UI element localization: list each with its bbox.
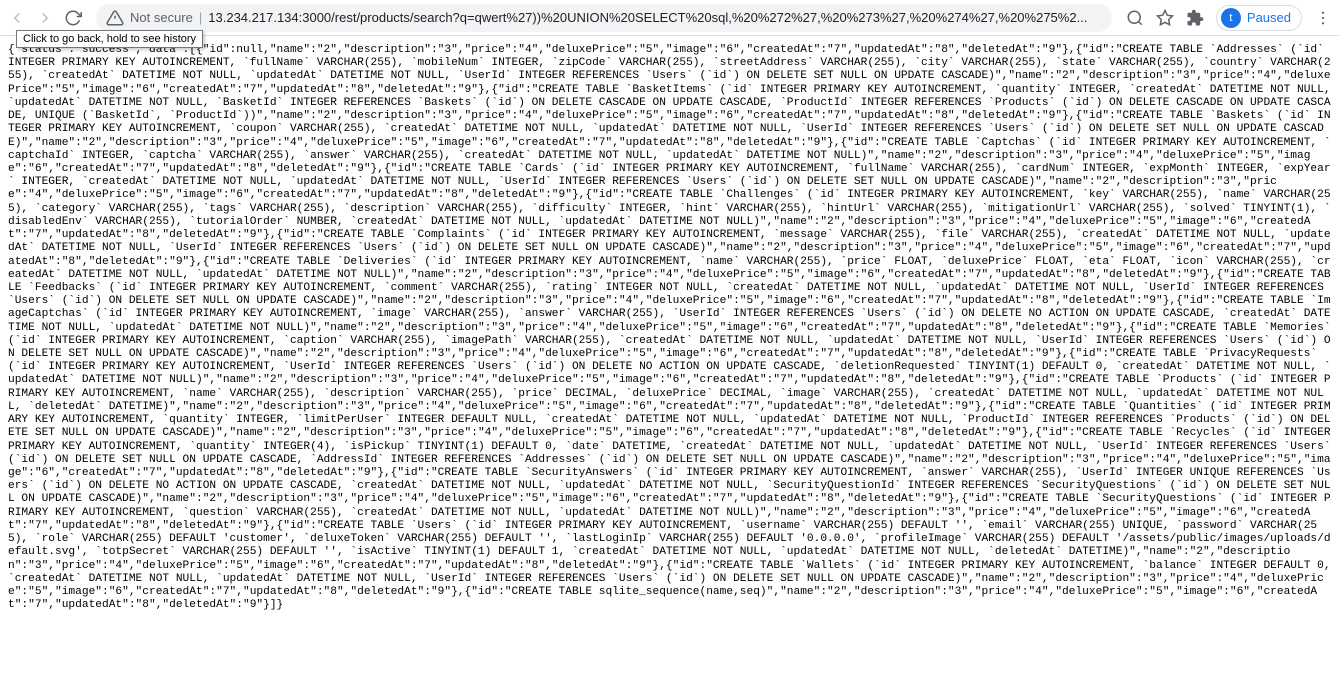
nav-controls <box>8 9 82 27</box>
extensions-icon[interactable] <box>1186 9 1204 27</box>
back-button-tooltip: Click to go back, hold to see history <box>16 30 203 48</box>
avatar: t <box>1221 8 1241 28</box>
back-icon[interactable] <box>8 9 26 27</box>
not-secure-label: Not secure <box>130 10 193 25</box>
browser-right-icons: t Paused <box>1126 5 1332 31</box>
search-icon[interactable] <box>1126 9 1144 27</box>
forward-icon[interactable] <box>36 9 54 27</box>
response-body: {"status":"success","data":[{"id":null,"… <box>0 36 1340 620</box>
star-icon[interactable] <box>1156 9 1174 27</box>
warning-icon <box>106 9 124 27</box>
paused-label: Paused <box>1247 10 1291 25</box>
url-text: 13.234.217.134:3000/rest/products/search… <box>208 10 1102 25</box>
menu-icon[interactable] <box>1314 9 1332 27</box>
reload-icon[interactable] <box>64 9 82 27</box>
url-separator: | <box>199 10 202 25</box>
profile-paused-chip[interactable]: t Paused <box>1216 5 1302 31</box>
address-bar[interactable]: Not secure | 13.234.217.134:3000/rest/pr… <box>96 4 1112 32</box>
